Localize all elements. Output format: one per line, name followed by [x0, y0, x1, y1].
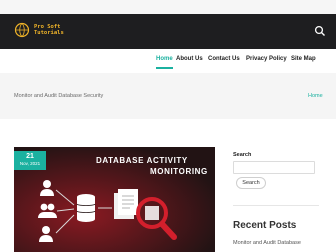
logo-line2: Tutorials	[34, 30, 64, 36]
nav-item-site-map[interactable]: Site Map	[291, 56, 316, 62]
active-nav-underline	[156, 67, 173, 69]
nav-item-about-us[interactable]: About Us	[176, 56, 203, 62]
sidebar-search-input[interactable]	[233, 161, 315, 174]
page-title: Monitor and Audit Database Security	[14, 93, 104, 99]
page-title-banner: Monitor and Audit Database Security Home	[0, 73, 336, 119]
search-icon[interactable]	[314, 24, 326, 36]
logo-text: Pro Soft Tutorials	[34, 24, 64, 37]
sidebar-search-label: Search	[233, 152, 252, 158]
post-date-month: Nov, 2021	[19, 161, 41, 166]
nav-item-contact-us[interactable]: Contact Us	[208, 56, 240, 62]
nav-item-home[interactable]: Home	[156, 56, 173, 62]
globe-logo-icon	[14, 22, 30, 38]
sidebar-search-button[interactable]: Search	[236, 177, 266, 189]
logo-line1: Pro Soft	[34, 23, 61, 30]
site-logo[interactable]: Pro Soft Tutorials	[14, 22, 64, 38]
image-text-line1: DATABASE ACTIVITY	[96, 156, 188, 165]
main-navigation: Home About Us Contact Us Privacy Policy …	[0, 49, 336, 73]
sidebar-divider	[233, 205, 319, 206]
nav-item-privacy-policy[interactable]: Privacy Policy	[246, 56, 287, 62]
image-text-line2: MONITORING	[150, 167, 208, 176]
database-icon	[76, 194, 96, 222]
post-date-day: 21	[26, 153, 34, 160]
post-date-badge: 21 Nov, 2021	[14, 151, 46, 170]
recent-post-link[interactable]: Monitor and Audit Database	[233, 240, 301, 246]
document-icon	[114, 189, 138, 219]
breadcrumb-home-link[interactable]: Home	[308, 93, 323, 99]
top-strip	[0, 0, 336, 14]
top-header-bar: Pro Soft Tutorials	[0, 14, 336, 49]
recent-posts-heading: Recent Posts	[233, 220, 297, 231]
